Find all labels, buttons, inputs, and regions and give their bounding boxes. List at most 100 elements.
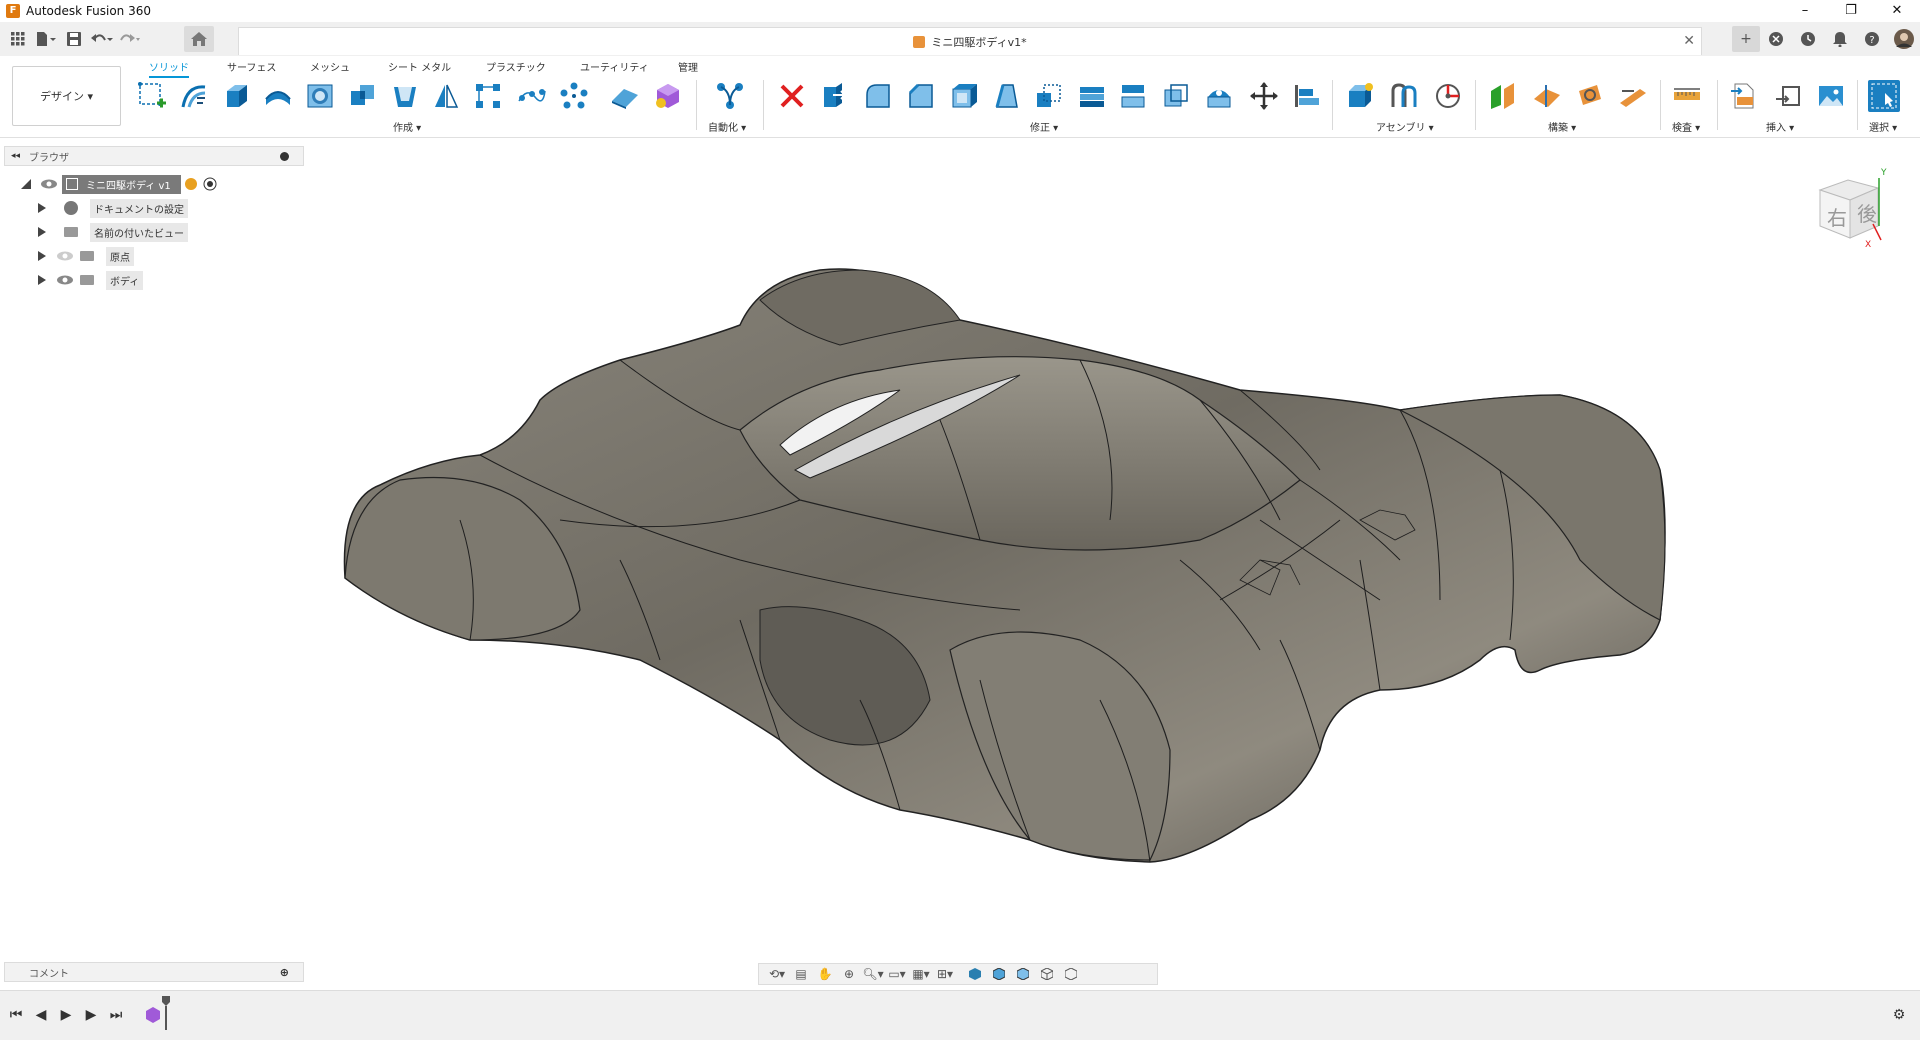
press-pull-icon[interactable] bbox=[818, 80, 850, 112]
group-modify-label[interactable]: 修正 ▾ bbox=[1030, 119, 1058, 134]
shaded-view-icon[interactable] bbox=[963, 965, 987, 983]
browser-item-bodies[interactable]: ボディ bbox=[38, 270, 144, 290]
timeline-marker[interactable] bbox=[162, 996, 170, 1030]
new-tab-icon[interactable]: + bbox=[1732, 26, 1760, 52]
timeline-feature-derive-icon[interactable] bbox=[143, 1005, 163, 1025]
canvas-viewport[interactable] bbox=[0, 138, 1920, 990]
extensions-icon[interactable] bbox=[1760, 24, 1792, 54]
group-inspect-label[interactable]: 検査 ▾ bbox=[1672, 119, 1700, 134]
eye-hidden-icon[interactable] bbox=[56, 250, 74, 262]
expand-triangle-icon[interactable] bbox=[38, 275, 46, 285]
select-icon[interactable] bbox=[1868, 80, 1900, 112]
derive-icon[interactable] bbox=[652, 80, 684, 112]
physical-material-icon[interactable] bbox=[1203, 80, 1235, 112]
viewcube[interactable]: 右 後 X Y bbox=[1815, 168, 1905, 258]
step-forward-icon[interactable]: ▶ bbox=[81, 1005, 101, 1025]
display-settings-icon[interactable]: ▭▾ bbox=[885, 965, 909, 983]
user-avatar[interactable] bbox=[1888, 24, 1920, 54]
replace-face-icon[interactable] bbox=[1117, 80, 1149, 112]
canvas-icon[interactable] bbox=[1815, 80, 1847, 112]
chamfer-icon[interactable] bbox=[905, 80, 937, 112]
measure-icon[interactable] bbox=[1671, 80, 1703, 112]
document-tab[interactable]: ミニ四駆ボディv1* ✕ bbox=[238, 27, 1702, 55]
close-tab-icon[interactable]: ✕ bbox=[1683, 33, 1695, 49]
midplane-icon[interactable] bbox=[1617, 80, 1649, 112]
expand-triangle-icon[interactable] bbox=[38, 251, 46, 261]
fillet-icon[interactable] bbox=[862, 80, 894, 112]
insert-svg-icon[interactable] bbox=[1728, 80, 1760, 112]
thicken-icon[interactable] bbox=[609, 80, 641, 112]
browser-root-row[interactable]: ミニ四駆ボディ v1 bbox=[20, 174, 217, 194]
group-insert-label[interactable]: 挿入 ▾ bbox=[1766, 119, 1794, 134]
undo-icon[interactable] bbox=[88, 26, 116, 52]
tangent-plane-icon[interactable] bbox=[1574, 80, 1606, 112]
go-to-start-icon[interactable]: ⏮ bbox=[6, 1005, 26, 1025]
automated-modeling-icon[interactable] bbox=[714, 80, 746, 112]
zoom-icon[interactable]: ⊕ bbox=[837, 965, 861, 983]
browser-root-item[interactable]: ミニ四駆ボディ v1 bbox=[62, 174, 181, 194]
tab-solid[interactable]: ソリッド bbox=[149, 59, 189, 78]
help-icon[interactable]: ? bbox=[1856, 24, 1888, 54]
play-icon[interactable]: ▶ bbox=[56, 1005, 76, 1025]
tab-plastic[interactable]: プラスチック bbox=[486, 59, 546, 74]
shaded-edges-view-icon[interactable] bbox=[987, 965, 1011, 983]
browser-item-document-settings[interactable]: ドキュメントの設定 bbox=[38, 198, 188, 218]
combine-modify-icon[interactable] bbox=[1076, 80, 1108, 112]
grid-settings-icon[interactable]: ▦▾ bbox=[909, 965, 933, 983]
extrude-icon[interactable] bbox=[220, 80, 252, 112]
move-copy-icon[interactable] bbox=[1248, 80, 1280, 112]
restore-button[interactable]: ❐ bbox=[1828, 0, 1874, 22]
shell-modify-icon[interactable] bbox=[948, 80, 980, 112]
rectangular-pattern-icon[interactable] bbox=[472, 80, 504, 112]
scale-icon[interactable] bbox=[1033, 80, 1065, 112]
notifications-icon[interactable] bbox=[1824, 24, 1856, 54]
joint-icon[interactable] bbox=[1388, 80, 1420, 112]
offset-plane-icon[interactable] bbox=[1487, 80, 1519, 112]
revolve-icon[interactable] bbox=[262, 80, 294, 112]
group-assemble-label[interactable]: アセンブリ ▾ bbox=[1376, 119, 1434, 134]
group-construct-label[interactable]: 構築 ▾ bbox=[1548, 119, 1576, 134]
group-select-label[interactable]: 選択 ▾ bbox=[1869, 119, 1897, 134]
timeline-settings-gear-icon[interactable]: ⚙ bbox=[1889, 1005, 1909, 1025]
new-component-icon[interactable] bbox=[1344, 80, 1376, 112]
eye-icon[interactable] bbox=[40, 178, 58, 190]
shell-icon[interactable] bbox=[389, 80, 421, 112]
pan-hand-icon[interactable]: ✋ bbox=[813, 965, 837, 983]
apps-grid-icon[interactable] bbox=[4, 26, 32, 52]
activate-radio-icon[interactable] bbox=[203, 177, 217, 191]
add-comment-icon[interactable]: ⊕ bbox=[280, 966, 289, 979]
group-create-label[interactable]: 作成 ▾ bbox=[393, 119, 421, 134]
redo-icon[interactable] bbox=[116, 26, 144, 52]
circular-pattern-icon[interactable] bbox=[558, 80, 590, 112]
close-window-button[interactable]: ✕ bbox=[1874, 0, 1920, 22]
orbit-icon[interactable]: ⟲▾ bbox=[765, 965, 789, 983]
create-form-icon[interactable] bbox=[178, 80, 210, 112]
shaded-hidden-edges-view-icon[interactable] bbox=[1011, 965, 1035, 983]
insert-mesh-icon[interactable] bbox=[1772, 80, 1804, 112]
delete-icon[interactable] bbox=[776, 80, 808, 112]
look-at-icon[interactable]: ▤ bbox=[789, 965, 813, 983]
step-back-icon[interactable]: ◀ bbox=[31, 1005, 51, 1025]
expand-triangle-icon[interactable] bbox=[38, 227, 46, 237]
save-icon[interactable] bbox=[60, 26, 88, 52]
viewcube-back-face[interactable]: 後 bbox=[1857, 198, 1877, 227]
expand-triangle-icon[interactable] bbox=[20, 178, 32, 190]
create-sketch-icon[interactable] bbox=[136, 80, 168, 112]
expand-triangle-icon[interactable] bbox=[38, 203, 46, 213]
tab-mesh[interactable]: メッシュ bbox=[310, 59, 350, 74]
wireframe-view-icon[interactable] bbox=[1035, 965, 1059, 983]
home-icon[interactable] bbox=[184, 26, 214, 52]
viewports-icon[interactable]: ⊞▾ bbox=[933, 965, 957, 983]
browser-item-origin[interactable]: 原点 bbox=[38, 246, 134, 266]
collapse-browser-icon[interactable]: ◂◂ bbox=[11, 151, 20, 161]
zoom-window-icon[interactable]: 🔍︎▾ bbox=[861, 965, 885, 983]
tab-surface[interactable]: サーフェス bbox=[227, 59, 276, 74]
wireframe-hidden-view-icon[interactable] bbox=[1059, 965, 1083, 983]
split-body-icon[interactable] bbox=[1160, 80, 1192, 112]
tab-manage[interactable]: 管理 bbox=[678, 59, 698, 74]
mirror-icon[interactable] bbox=[430, 80, 462, 112]
tab-utilities[interactable]: ユーティリティ bbox=[580, 59, 649, 74]
hole-icon[interactable] bbox=[304, 80, 336, 112]
tab-sheet-metal[interactable]: シート メタル bbox=[388, 59, 451, 74]
draft-icon[interactable] bbox=[990, 80, 1022, 112]
